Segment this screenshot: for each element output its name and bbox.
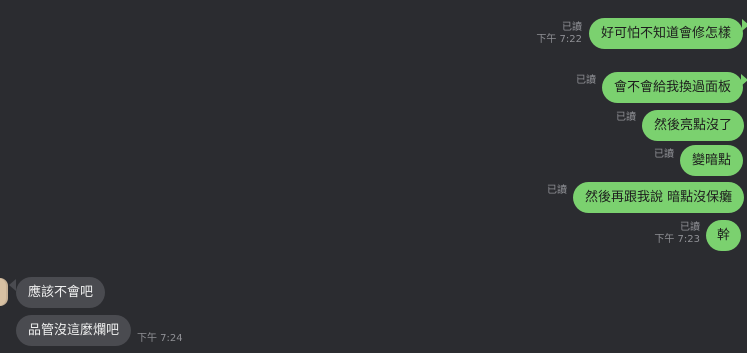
message-bubble: 會不會給我換過面板: [602, 72, 744, 103]
message-meta: 已讀 下午 7:22: [520, 22, 582, 46]
read-receipt: 已讀: [576, 75, 596, 86]
message-meta: 已讀 下午 7:23: [642, 222, 700, 246]
message-bubble: 品管沒這麼爛吧: [16, 315, 132, 346]
message-meta: 已讀: [548, 75, 596, 87]
read-receipt: 已讀: [654, 149, 674, 160]
message-meta: 已讀: [588, 112, 636, 124]
message-bubble: 然後再跟我說 暗點沒保癱: [573, 182, 745, 213]
message-time: 下午 7:23: [654, 234, 700, 245]
message-bubble: 幹: [706, 220, 742, 251]
bubble-tail: [742, 19, 747, 31]
message-bubble: 變暗點: [680, 145, 744, 176]
message-bubble: 好可怕不知道會修怎樣: [589, 18, 744, 49]
avatar[interactable]: [0, 278, 8, 306]
read-receipt: 已讀: [616, 112, 636, 123]
read-receipt: 已讀: [680, 222, 700, 233]
bubble-tail: [9, 279, 16, 291]
message-bubble: 然後亮點沒了: [642, 110, 745, 141]
chat-window: 好可怕不知道會修怎樣 已讀 下午 7:22 會不會給我換過面板 已讀 然後亮點沒…: [0, 0, 747, 353]
bubble-tail: [741, 74, 747, 86]
read-receipt: 已讀: [562, 22, 582, 33]
message-meta: 已讀: [626, 149, 674, 161]
message-time: 下午 7:22: [536, 34, 582, 45]
read-receipt: 已讀: [547, 185, 567, 196]
message-bubble: 應該不會吧: [16, 277, 106, 308]
message-time: 下午 7:24: [137, 333, 183, 344]
message-meta: 已讀: [519, 185, 567, 197]
